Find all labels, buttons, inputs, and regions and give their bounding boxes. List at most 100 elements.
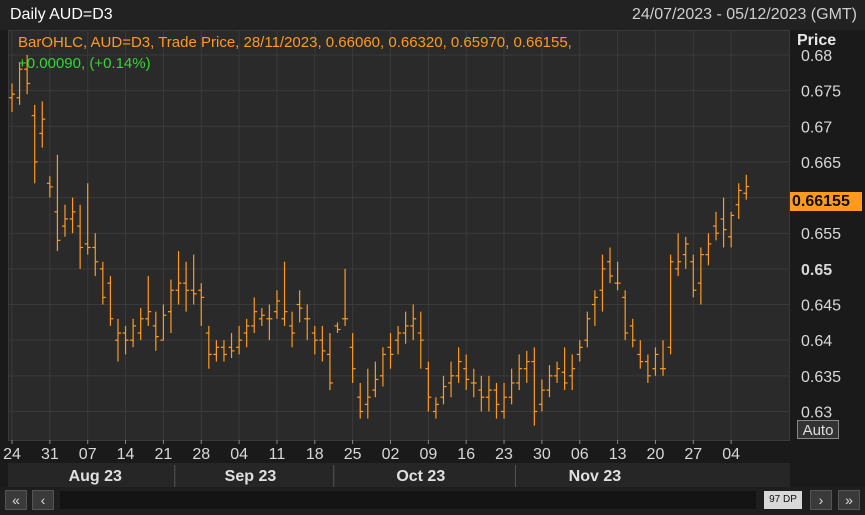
ohlc-bar (713, 211, 720, 241)
scroll-last-button[interactable]: » (838, 490, 860, 510)
ohlc-bar (145, 276, 152, 326)
ohlc-bar (220, 340, 227, 362)
day-tick-label: 04 (722, 446, 740, 463)
day-tick-label: 06 (571, 446, 589, 463)
ohlc-bar (190, 254, 197, 305)
day-tick-label: 02 (382, 446, 400, 463)
day-tick-label: 31 (41, 446, 59, 463)
ohlc-bar (251, 297, 258, 334)
ohlc-bar (538, 379, 545, 412)
ohlc-bar (357, 382, 364, 419)
ohlc-bar (561, 347, 568, 391)
ohlc-bar (9, 83, 15, 112)
ohlc-bar (432, 397, 439, 419)
ohlc-bar (107, 276, 114, 326)
ohlc-bar (743, 174, 750, 200)
day-tick-label: 11 (269, 446, 286, 463)
scroll-next-button[interactable]: › (810, 490, 832, 510)
ohlc-bar (523, 350, 530, 383)
ohlc-bar (296, 290, 303, 323)
scroll-track[interactable] (60, 491, 756, 509)
day-tick-label: 20 (647, 446, 665, 463)
price-tick-label: 0.665 (801, 155, 841, 172)
price-tick-label: 0.67 (801, 119, 832, 136)
ohlc-bar (175, 251, 182, 305)
ohlc-bar (554, 361, 561, 383)
ohlc-bar (31, 104, 38, 184)
ohlc-bar (455, 347, 462, 383)
price-tick-label: 0.645 (801, 298, 841, 315)
ohlc-bar (152, 311, 159, 351)
day-tick-label: 24 (3, 446, 21, 463)
ohlc-bar (705, 233, 712, 266)
ohlc-bar (728, 211, 735, 248)
ohlc-bar (629, 318, 636, 348)
month-label: Sep 23 (225, 468, 277, 485)
ohlc-bar (614, 261, 621, 291)
ohlc-bar (735, 183, 742, 219)
ohlc-bar (77, 204, 84, 269)
ohlc-bar (493, 382, 500, 419)
ohlc-bar (675, 233, 682, 276)
ohlc-bar (546, 365, 553, 398)
ohlc-bar (531, 347, 538, 426)
ohlc-bar (584, 311, 591, 348)
ohlc-bar (410, 304, 417, 341)
ohlc-bar (660, 340, 667, 376)
ohlc-bar (266, 304, 273, 341)
scroll-prev-button[interactable]: ‹ (32, 490, 54, 510)
ohlc-bar (205, 325, 212, 369)
ohlc-bar (69, 197, 76, 234)
price-tick-label: 0.68 (801, 48, 832, 65)
ohlc-bar (213, 340, 220, 362)
ohlc-bar (637, 340, 644, 369)
ohlc-bar (84, 183, 91, 255)
ohlc-bar (379, 347, 386, 387)
ohlc-bar (281, 261, 288, 326)
day-tick-label: 25 (344, 446, 362, 463)
ohlc-bar (289, 311, 296, 348)
ohlc-bar (39, 101, 46, 148)
ohlc-bar (516, 354, 523, 391)
price-tick-label: 0.64 (801, 333, 832, 350)
ohlc-bar (46, 176, 53, 198)
ohlc-bar (622, 290, 629, 341)
day-tick-label: 28 (192, 446, 210, 463)
last-price-tag: 0.66155 (790, 192, 862, 211)
price-tick-label: 0.65 (801, 262, 832, 279)
day-tick-label: 09 (419, 446, 437, 463)
ohlc-bar (304, 304, 311, 341)
ohlc-bar (387, 333, 394, 369)
scroll-thumb[interactable]: 97 DP (764, 491, 802, 509)
ohlc-bar (130, 318, 137, 348)
day-tick-label: 23 (495, 446, 513, 463)
ohlc-bar (425, 361, 432, 412)
ohlc-bar (644, 354, 651, 383)
day-tick-label: 07 (79, 446, 97, 463)
ohlc-bar (440, 375, 447, 405)
ohlc-bar (402, 311, 409, 344)
ohlc-bar (470, 368, 477, 398)
scroll-first-button[interactable]: « (5, 490, 27, 510)
ohlc-bar (697, 247, 704, 305)
ohlc-bar (319, 325, 326, 362)
ohlc-bar (485, 375, 492, 412)
ohlc-bar (92, 233, 99, 276)
day-tick-label: 18 (306, 446, 324, 463)
price-axis-header: Price (797, 32, 837, 49)
ohlc-bar (501, 382, 508, 419)
auto-scale-button[interactable]: Auto (797, 420, 839, 439)
price-tick-label: 0.63 (801, 404, 832, 421)
ohlc-bar (334, 322, 341, 334)
ohlc-bar (720, 197, 727, 248)
day-tick-label: 27 (684, 446, 702, 463)
ohlc-bar (326, 333, 333, 391)
ohlc-bar (160, 304, 167, 341)
ohlc-bar (690, 254, 697, 298)
ohlc-bar (478, 375, 485, 412)
day-tick-label: 04 (230, 446, 248, 463)
ohlc-bar (372, 361, 379, 398)
day-tick-label: 21 (155, 446, 173, 463)
ohlc-bar (61, 204, 68, 237)
bar-change-line: +0.00090, (+0.14%) (18, 55, 151, 72)
